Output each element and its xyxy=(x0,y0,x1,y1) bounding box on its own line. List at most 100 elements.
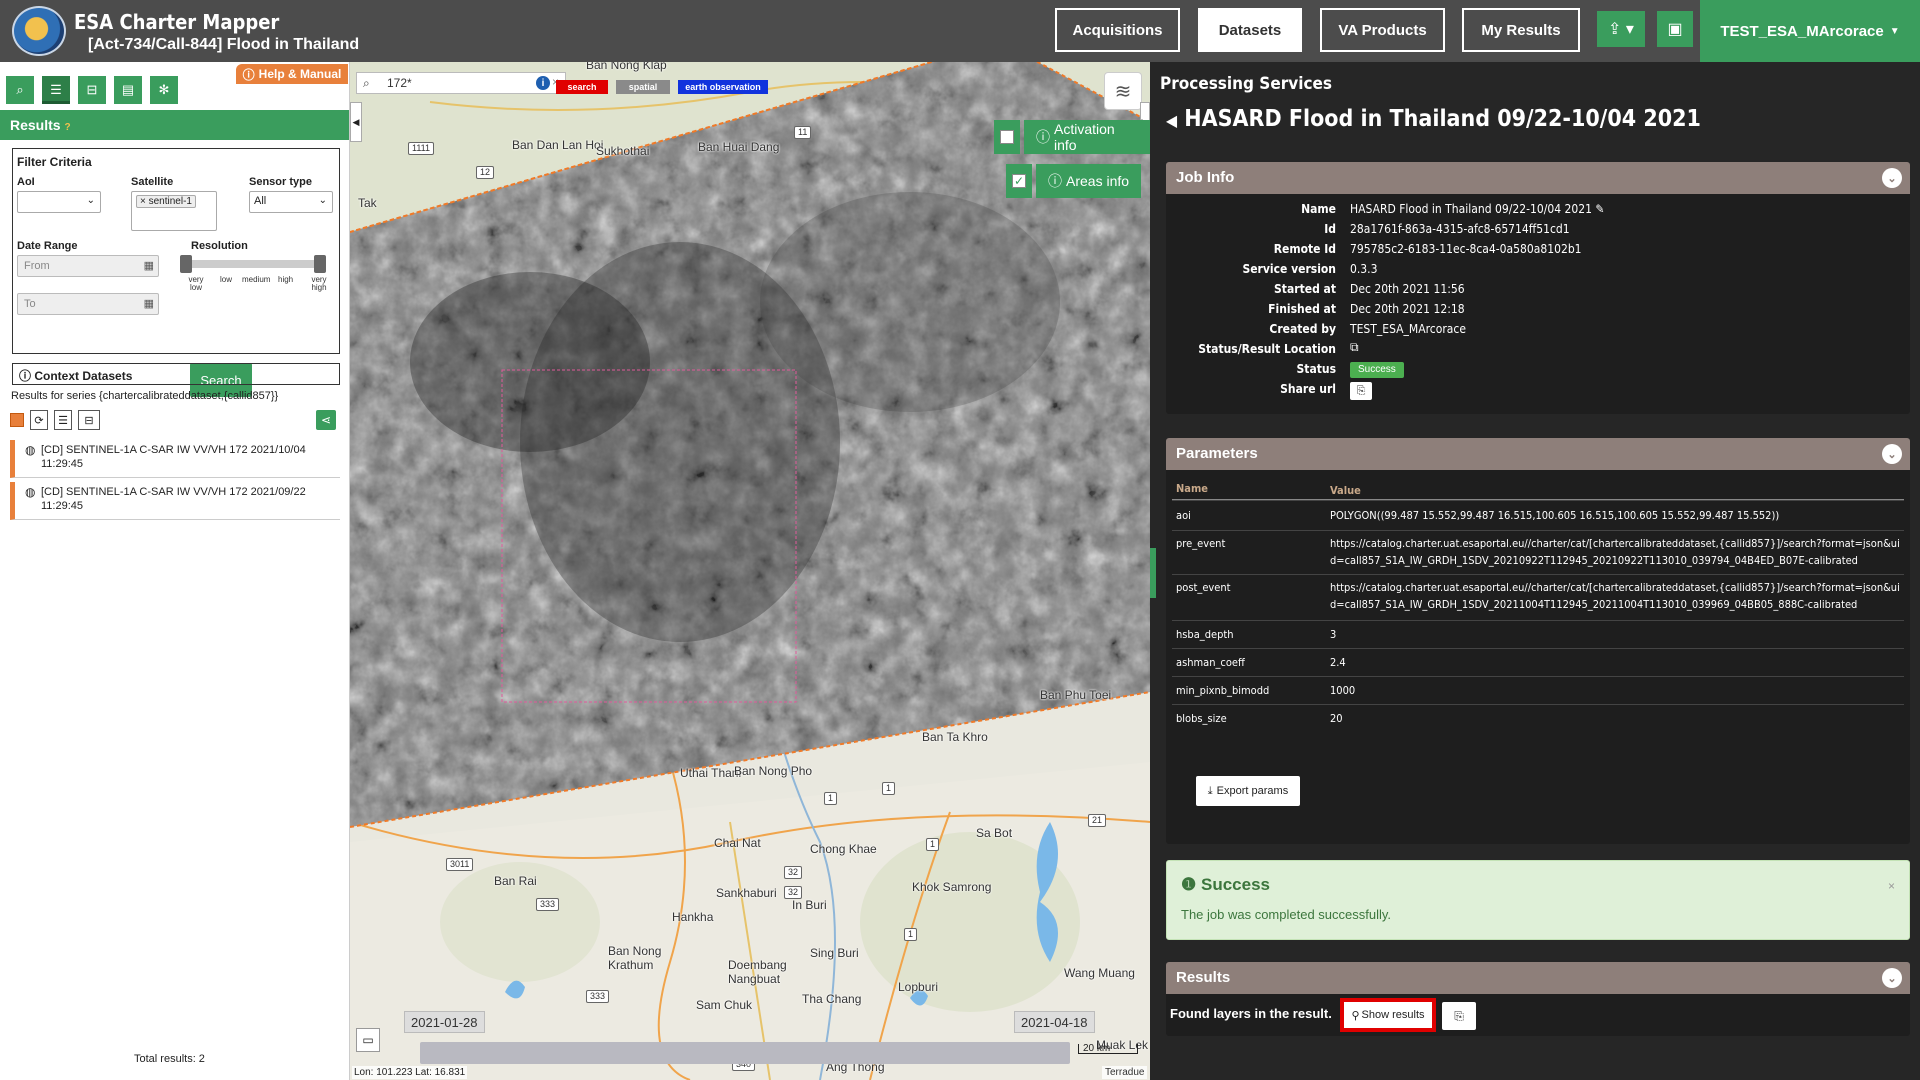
activation-info-button[interactable]: ⓘ Activation info xyxy=(1024,120,1150,154)
param-name: min_pixnb_bimodd xyxy=(1176,684,1270,697)
tab-results-list[interactable]: ☰ xyxy=(42,76,70,104)
tag-spatial[interactable]: spatial xyxy=(616,80,670,94)
areas-info-button[interactable]: ⓘ Areas info xyxy=(1036,164,1142,198)
share-button[interactable]: ⋖ xyxy=(316,410,336,430)
close-icon[interactable]: × xyxy=(1888,879,1895,893)
areas-info-toggle[interactable]: ✓ xyxy=(1006,164,1032,198)
town-label: Ban Nong Klap xyxy=(586,62,667,72)
aoi-select[interactable]: ⌄ xyxy=(17,191,101,213)
show-results-button[interactable]: ⚲ Show results xyxy=(1340,998,1436,1032)
nav-datasets-button[interactable]: Datasets xyxy=(1198,8,1302,52)
dataset-list-item[interactable]: ◍ [CD] SENTINEL-1A C-SAR IW VV/VH 172 20… xyxy=(10,482,340,520)
created-by-label: Created by xyxy=(1269,322,1336,336)
timeline-slider[interactable] xyxy=(420,1042,1070,1064)
col-value-header: Value xyxy=(1330,484,1361,497)
param-name: aoi xyxy=(1176,509,1191,522)
remote-id-value: 795785c2-6183-11ec-8ca4-0a580a8102b1 xyxy=(1350,242,1582,256)
nav-my-results-button[interactable]: My Results xyxy=(1462,8,1580,52)
external-link-icon[interactable]: ⧉ xyxy=(1350,340,1359,355)
select-all-checkbox[interactable] xyxy=(10,413,24,427)
copy-share-url-button[interactable]: ⎘ xyxy=(1350,382,1372,400)
pencil-icon[interactable]: ✎ xyxy=(1595,202,1604,216)
parameters-header[interactable]: Parameters ⌄ xyxy=(1166,438,1910,470)
caret-down-icon: ▼ xyxy=(1889,25,1900,37)
activation-info-toggle[interactable] xyxy=(994,120,1020,154)
export-params-button[interactable]: ⤓ Export params xyxy=(1196,776,1300,806)
dataset-list-item[interactable]: ◍ [CD] SENTINEL-1A C-SAR IW VV/VH 172 20… xyxy=(10,440,340,478)
satellite-label: Satellite xyxy=(131,176,174,188)
sensor-type-value: All xyxy=(254,195,267,207)
copy-results-button[interactable]: ⎘ xyxy=(1442,1002,1476,1030)
timeline-end-label: 2021-04-18 xyxy=(1014,1011,1095,1033)
satellite-chip[interactable]: × sentinel-1 xyxy=(136,195,196,208)
param-name: post_event xyxy=(1176,581,1231,594)
remote-id-label: Remote Id xyxy=(1273,242,1336,256)
chevron-down-icon: ⌄ xyxy=(318,195,327,206)
show-results-label: Show results xyxy=(1361,1009,1425,1021)
collapse-left-panel-button[interactable]: ◀ xyxy=(350,102,362,142)
resolution-max-handle[interactable] xyxy=(314,255,326,273)
nav-acquisitions-button[interactable]: Acquisitions xyxy=(1055,8,1180,52)
resolution-slider[interactable] xyxy=(180,255,326,273)
panel-drag-handle[interactable] xyxy=(1150,548,1156,598)
dataset-label: [CD] SENTINEL-1A C-SAR IW VV/VH 172 2021… xyxy=(41,444,306,470)
layers-button[interactable]: ≋ xyxy=(1104,72,1142,110)
town-label: Tha Chang xyxy=(802,992,862,1006)
top-header: ESA Charter Mapper [Act-734/Call-844] Fl… xyxy=(0,0,1920,62)
areas-info-label: Areas info xyxy=(1066,173,1130,189)
map-marker-icon: ⚲ xyxy=(1351,1009,1360,1022)
list-view-button[interactable]: ☰ xyxy=(54,410,72,430)
timeline-toggle-button[interactable]: ▭ xyxy=(356,1028,380,1052)
section-title: Processing Services xyxy=(1160,74,1333,94)
job-info-header[interactable]: Job Info ⌄ xyxy=(1166,162,1910,194)
refresh-button[interactable]: ⟳ xyxy=(30,410,48,430)
table-row: post_event https://catalog.charter.uat.e… xyxy=(1172,574,1904,620)
chevron-down-icon[interactable]: ⌄ xyxy=(1882,168,1902,188)
town-label: Wang Muang xyxy=(1064,966,1135,980)
refresh-icon: ⟳ xyxy=(34,414,44,427)
tab-settings[interactable]: ✻ xyxy=(150,76,178,104)
results-section-title: Results xyxy=(1176,969,1231,986)
add-to-basket-button[interactable]: ⊟ xyxy=(78,410,100,430)
info-icon[interactable]: i xyxy=(536,76,550,90)
tab-archive[interactable]: ▤ xyxy=(114,76,142,104)
town-label: Sankhaburi xyxy=(716,886,777,900)
service-version-value: 0.3.3 xyxy=(1350,262,1378,276)
success-title: ❶ Success xyxy=(1181,875,1270,895)
map-view[interactable]: Ban Nong Klap Ban Dan Lan Hoi Sukhothai … xyxy=(350,62,1150,1080)
list-icon: ☰ xyxy=(58,414,68,427)
date-to-input[interactable]: To ▦ xyxy=(17,293,159,315)
upload-menu-button[interactable]: ⇪ ▾ xyxy=(1597,11,1645,47)
back-caret-icon[interactable]: ◀ xyxy=(1166,111,1177,130)
results-label: Results xyxy=(10,117,61,133)
tab-basket[interactable]: ⊟ xyxy=(78,76,106,104)
sensor-type-select[interactable]: All ⌄ xyxy=(249,191,333,213)
user-menu[interactable]: TEST_ESA_MArcorace ▼ xyxy=(1700,0,1920,62)
service-version-label: Service version xyxy=(1242,262,1336,276)
date-from-input[interactable]: From ▦ xyxy=(17,255,159,277)
tag-earth-observation[interactable]: earth observation xyxy=(678,80,768,94)
briefcase-icon: ▣ xyxy=(1667,21,1683,38)
results-section-header[interactable]: Results ⌄ xyxy=(1166,962,1910,994)
globe-icon: ◍ xyxy=(25,443,36,457)
download-icon: ⤓ xyxy=(1207,784,1213,797)
tab-search[interactable]: ⌕ xyxy=(6,76,34,104)
briefcase-button[interactable]: ▣ xyxy=(1657,11,1693,47)
town-label: In Buri xyxy=(792,898,827,912)
help-manual-button[interactable]: ⓘ Help & Manual xyxy=(236,64,348,84)
satellite-select[interactable]: × sentinel-1 xyxy=(131,191,217,231)
question-icon: ? xyxy=(64,122,71,133)
town-label: Ban Huai Dang xyxy=(698,140,780,154)
chevron-down-icon[interactable]: ⌄ xyxy=(1882,444,1902,464)
user-name: TEST_ESA_MArcorace xyxy=(1720,22,1884,40)
satellite-chip-label: sentinel-1 xyxy=(148,196,192,207)
nav-va-products-button[interactable]: VA Products xyxy=(1320,8,1445,52)
tag-search[interactable]: search xyxy=(556,80,608,94)
town-label: Chong Khae xyxy=(810,842,877,856)
share-icon: ⋖ xyxy=(320,413,332,427)
resolution-min-handle[interactable] xyxy=(180,255,192,273)
road-shield: 1 xyxy=(882,782,896,795)
map-search-input[interactable]: ⌕ 172* × xyxy=(356,72,566,94)
chevron-down-icon[interactable]: ⌄ xyxy=(1882,968,1902,988)
road-shield: 3011 xyxy=(446,858,474,871)
